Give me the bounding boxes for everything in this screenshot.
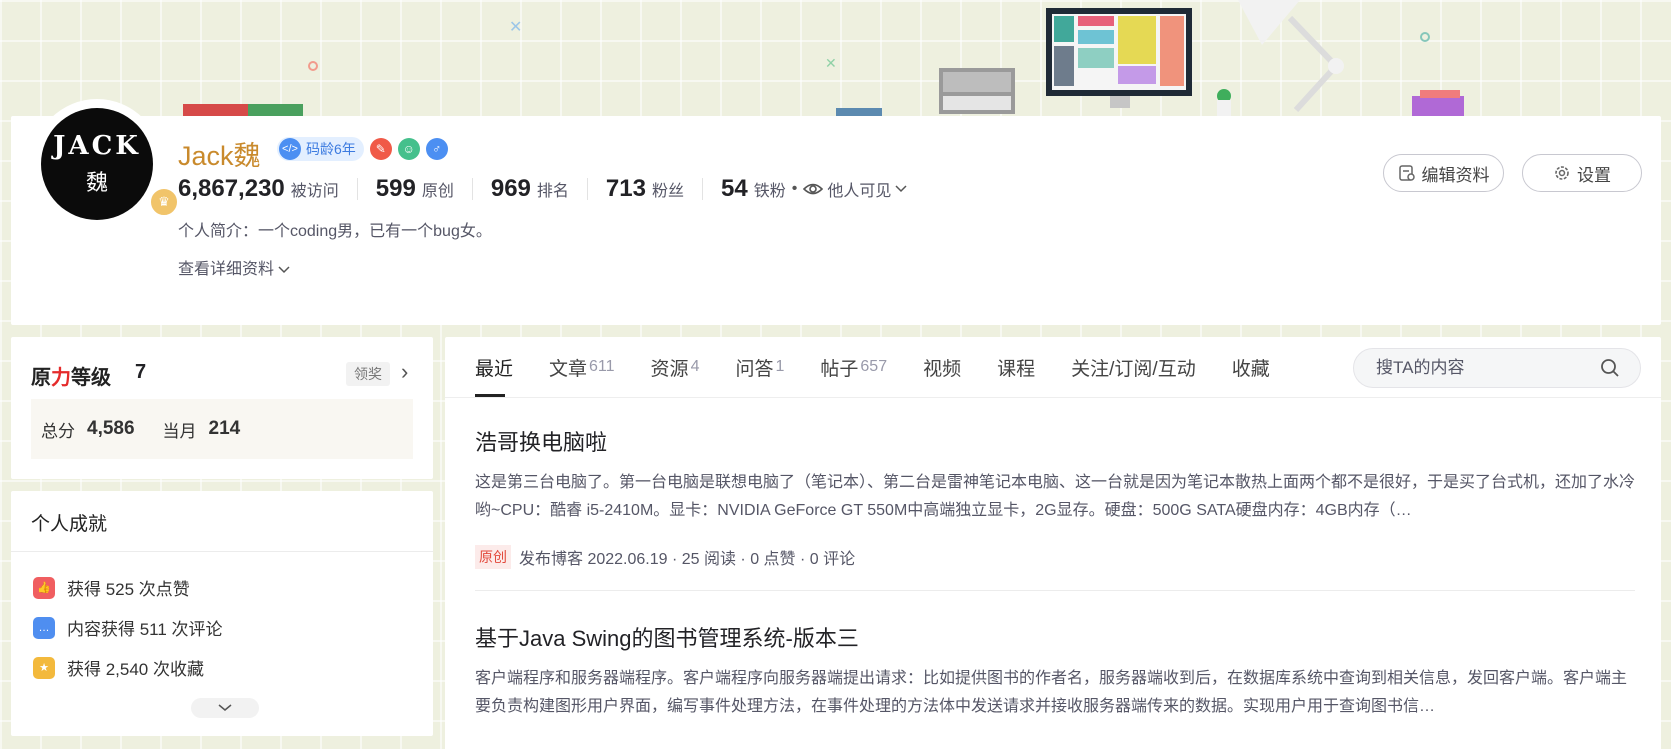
stat-fans[interactable]: 713 粉丝 [606,175,684,203]
visibility-label: 他人可见 [827,183,892,200]
tab-articles[interactable]: 文章 611 [549,337,615,397]
article-title[interactable]: 浩哥换电脑啦 [475,425,1635,457]
books-right-illustration [1412,96,1464,116]
svg-text:✕: ✕ [509,17,522,36]
chevron-down-icon [218,704,232,711]
achievements-card: 个人成就 👍 获得 525 次点赞 … 内容获得 511 次评论 ★ 获得 2,… [11,491,433,736]
level-value: 7 [135,361,147,383]
code-age-text: 码龄6年 [306,141,356,157]
article-summary: 客户端程序和服务器端程序。客户端程序向服务器端提出请求：比如提供图书的作者名，服… [475,670,1628,715]
total-score-label: 总分 [41,421,75,441]
gender-male-icon[interactable]: ♂ [425,138,448,160]
edit-profile-button[interactable]: 编辑资料 [1383,154,1504,192]
code-icon: </> [279,138,301,160]
tab-videos[interactable]: 视频 [923,337,961,397]
achievement-item: ★ 获得 2,540 次收藏 [33,655,204,680]
visibility-dropdown[interactable]: 他人可见 [803,177,907,201]
server-illustration [939,68,1015,114]
total-score-value: 4,586 [87,418,135,439]
badge-row: </> 码龄6年 ✎ ☺ ♂ [277,137,448,161]
article-title[interactable]: 基于Java Swing的图书管理系统-版本三 [475,621,1635,653]
level-title: 原力等级 [31,367,111,389]
search-icon[interactable] [1600,358,1620,378]
settings-button[interactable]: 设置 [1522,154,1642,192]
star-icon: ★ [33,656,55,679]
view-details-label: 查看详细资料 [178,261,275,278]
user-name: Jack魏 [178,141,261,171]
article-item[interactable]: 基于Java Swing的图书管理系统-版本三 客户端程序和服务器端程序。客户端… [475,621,1635,721]
month-score-value: 214 [208,418,241,439]
chevron-down-icon [895,185,907,193]
article-meta: 原创 发布博客 2022.06.19 · 25 阅读 · 0 点赞 · 0 评论 [475,545,1635,569]
original-tag: 原创 [475,545,511,569]
tab-posts[interactable]: 帖子 657 [820,337,887,397]
divider [475,590,1635,591]
edit-doc-icon [1398,165,1415,181]
tab-follow[interactable]: 关注/订阅/互动 [1071,337,1196,397]
tab-qa[interactable]: 问答 1 [735,337,784,397]
profile-intro: 个人简介：一个coding男，已有一个bug女。 [178,223,492,240]
score-box: 总分 4,586 当月 214 [31,399,413,459]
view-details-link[interactable]: 查看详细资料 [178,255,290,279]
thumb-icon: 👍 [33,576,55,599]
stats-row: 6,867,230 被访问 599 原创 969 排名 713 粉丝 54 铁粉 • 他人… [178,175,907,203]
divider [11,551,433,552]
article-item[interactable]: 浩哥换电脑啦 这是第三台电脑了。第一台电脑是联想电脑了（笔记本）、第二台是雷神笔… [475,425,1635,591]
monitor-illustration [1046,8,1192,108]
avatar-image: JACK 魏 [41,108,153,220]
tab-courses[interactable]: 课程 [997,337,1035,397]
month-score-label: 当月 [162,421,197,441]
avatar-text: JACK [53,131,141,161]
lamp-illustration [1238,0,1344,113]
level-card: 原力等级 7 领奖 › 总分 4,586 当月 214 [11,337,433,479]
community-icon[interactable]: ☺ [397,138,420,160]
divider [356,178,358,200]
stat-rank[interactable]: 969 排名 [491,175,569,203]
tab-favorites[interactable]: 收藏 [1232,337,1270,397]
divider [586,178,588,200]
crown-icon: ♛ [149,187,179,217]
dot-separator: • [791,180,798,197]
svg-text:✕: ✕ [825,56,837,72]
content-search [1353,348,1641,388]
achievement-item: 👍 获得 525 次点赞 [33,575,190,600]
article-summary: 这是第三台电脑了。第一台电脑是联想电脑了（笔记本）、第二台是雷神笔记本电脑、这一… [475,474,1635,519]
avatar-subtext: 魏 [85,171,108,196]
divider [445,397,1661,398]
stat-visits[interactable]: 6,867,230 被访问 [178,175,339,203]
gear-icon [1555,166,1569,180]
content-panel: 最近 文章 611 资源 4 问答 1 帖子 657 视频 课程 关注/订阅/互动 收藏… [445,337,1661,749]
search-input[interactable] [1374,357,1578,379]
code-age-badge[interactable]: </> 码龄6年 [277,137,364,161]
eye-icon [803,183,824,195]
divider [471,178,473,200]
profile-card: JACK 魏 ♛ Jack魏 </> 码龄6年 ✎ ☺ ♂ 6,867,230 被… [11,103,1661,325]
stat-original[interactable]: 599 原创 [376,175,454,203]
tab-resources[interactable]: 资源 4 [651,337,700,397]
chevron-right-icon[interactable]: › [401,359,408,385]
achievements-title: 个人成就 [31,514,108,535]
article-meta-text: 发布博客 2022.06.19 · 25 阅读 · 0 点赞 · 0 评论 [519,551,856,568]
chevron-down-icon [278,266,290,274]
comment-icon: … [33,616,55,639]
divider [701,178,703,200]
avatar[interactable]: JACK 魏 ♛ [36,103,179,225]
content-tabs: 最近 文章 611 资源 4 问答 1 帖子 657 视频 课程 关注/订阅/互动 收藏 [475,337,1306,397]
achievement-item: … 内容获得 511 次评论 [33,615,223,640]
stat-iron-fans[interactable]: 54 铁粉 [721,175,786,203]
expand-more-button[interactable] [191,698,259,718]
claim-reward-button[interactable]: 领奖 [346,362,390,386]
blog-expert-icon[interactable]: ✎ [369,138,392,160]
banner-illustration: ✕ ✕ [183,0,1464,116]
tab-recent[interactable]: 最近 [475,337,513,397]
edit-profile-label: 编辑资料 [1421,165,1490,185]
settings-label: 设置 [1577,165,1611,185]
